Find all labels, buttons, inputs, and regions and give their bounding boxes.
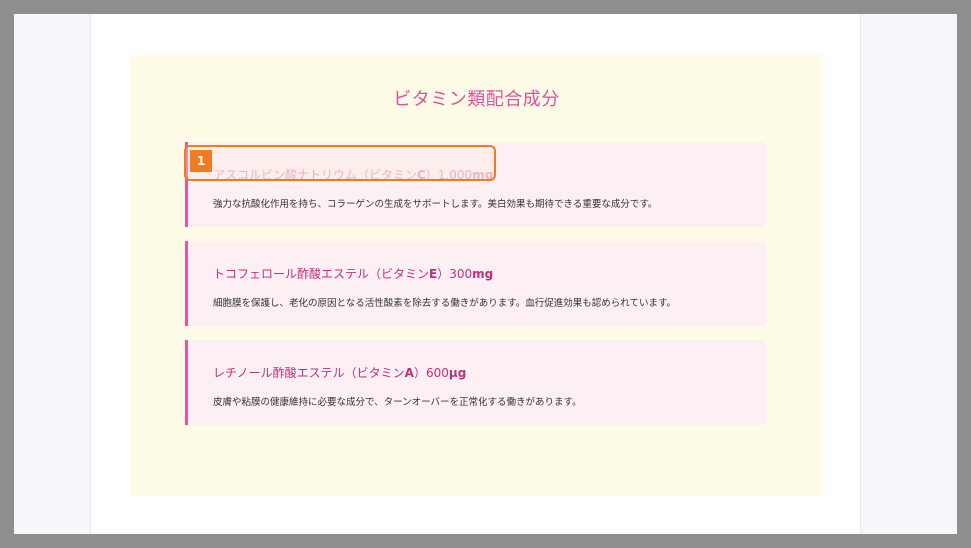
ingredient-name: レチノール酢酸エステル（ビタミンA）600μg xyxy=(213,366,467,380)
ingredient-description: 細胞膜を保護し、老化の原因となる活性酸素を除去する働きがあります。血行促進効果も… xyxy=(213,298,677,309)
ingredient-card-vitamin-e: トコフェロール酢酸エステル（ビタミンE）300mg 細胞膜を保護し、老化の原因と… xyxy=(185,241,767,326)
vitamin-ingredients-section: ビタミン類配合成分 アスコルビン酸ナトリウム（ビタミンC）1,000mg 強力な… xyxy=(130,55,823,496)
ingredient-description: 強力な抗酸化作用を持ち、コラーゲンの生成をサポートします。美白効果も期待できる重… xyxy=(213,199,658,210)
ingredient-name: トコフェロール酢酸エステル（ビタミンE）300mg xyxy=(213,267,494,281)
browser-viewport: ビタミン類配合成分 アスコルビン酸ナトリウム（ビタミンC）1,000mg 強力な… xyxy=(14,14,957,534)
annotation-marker-badge: 1 xyxy=(190,150,212,172)
ingredient-card-vitamin-a: レチノール酢酸エステル（ビタミンA）600μg 皮膚や粘膜の健康維持に必要な成分… xyxy=(185,340,767,425)
annotation-highlight-box xyxy=(184,145,496,181)
ingredient-description: 皮膚や粘膜の健康維持に必要な成分で、ターンオーバーを正常化する働きがあります。 xyxy=(213,397,582,408)
page-content: ビタミン類配合成分 アスコルビン酸ナトリウム（ビタミンC）1,000mg 強力な… xyxy=(90,14,861,534)
section-title: ビタミン類配合成分 xyxy=(393,89,560,110)
